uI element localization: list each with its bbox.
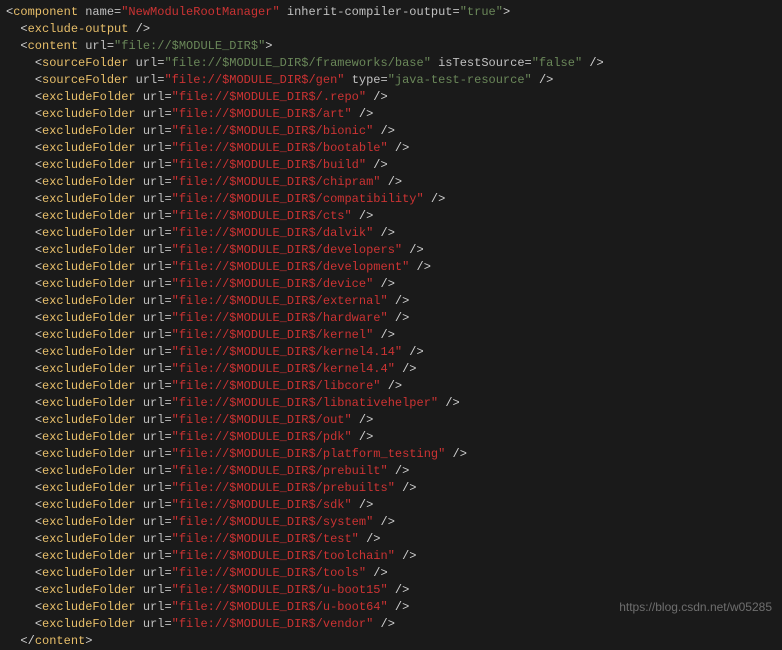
code-line: <excludeFolder url="file://$MODULE_DIR$/… bbox=[0, 208, 782, 225]
code-line: <excludeFolder url="file://$MODULE_DIR$/… bbox=[0, 412, 782, 429]
code-line: <excludeFolder url="file://$MODULE_DIR$/… bbox=[0, 616, 782, 633]
code-line: <content url="file://$MODULE_DIR$"> bbox=[0, 38, 782, 55]
code-line: <excludeFolder url="file://$MODULE_DIR$/… bbox=[0, 395, 782, 412]
code-line: <excludeFolder url="file://$MODULE_DIR$/… bbox=[0, 157, 782, 174]
code-line: <excludeFolder url="file://$MODULE_DIR$/… bbox=[0, 106, 782, 123]
code-line: <excludeFolder url="file://$MODULE_DIR$/… bbox=[0, 548, 782, 565]
code-line: <excludeFolder url="file://$MODULE_DIR$/… bbox=[0, 242, 782, 259]
code-line: <excludeFolder url="file://$MODULE_DIR$/… bbox=[0, 123, 782, 140]
code-line: <excludeFolder url="file://$MODULE_DIR$/… bbox=[0, 531, 782, 548]
code-line: <excludeFolder url="file://$MODULE_DIR$/… bbox=[0, 378, 782, 395]
code-line: </content> bbox=[0, 633, 782, 650]
code-line: <excludeFolder url="file://$MODULE_DIR$/… bbox=[0, 361, 782, 378]
code-line: <excludeFolder url="file://$MODULE_DIR$/… bbox=[0, 174, 782, 191]
code-line: <component name="NewModuleRootManager" i… bbox=[0, 4, 782, 21]
xml-code-block: <component name="NewModuleRootManager" i… bbox=[0, 4, 782, 650]
code-line: <excludeFolder url="file://$MODULE_DIR$/… bbox=[0, 514, 782, 531]
code-line: <excludeFolder url="file://$MODULE_DIR$/… bbox=[0, 191, 782, 208]
code-line: <sourceFolder url="file://$MODULE_DIR$/f… bbox=[0, 55, 782, 72]
code-line: <exclude-output /> bbox=[0, 21, 782, 38]
watermark-text: https://blog.csdn.net/w05285 bbox=[619, 599, 772, 616]
code-line: <excludeFolder url="file://$MODULE_DIR$/… bbox=[0, 89, 782, 106]
code-line: <excludeFolder url="file://$MODULE_DIR$/… bbox=[0, 429, 782, 446]
code-line: <excludeFolder url="file://$MODULE_DIR$/… bbox=[0, 344, 782, 361]
code-line: <excludeFolder url="file://$MODULE_DIR$/… bbox=[0, 140, 782, 157]
code-line: <excludeFolder url="file://$MODULE_DIR$/… bbox=[0, 293, 782, 310]
code-line: <sourceFolder url="file://$MODULE_DIR$/g… bbox=[0, 72, 782, 89]
code-line: <excludeFolder url="file://$MODULE_DIR$/… bbox=[0, 582, 782, 599]
code-line: <excludeFolder url="file://$MODULE_DIR$/… bbox=[0, 276, 782, 293]
code-line: <excludeFolder url="file://$MODULE_DIR$/… bbox=[0, 480, 782, 497]
code-line: <excludeFolder url="file://$MODULE_DIR$/… bbox=[0, 497, 782, 514]
code-line: <excludeFolder url="file://$MODULE_DIR$/… bbox=[0, 310, 782, 327]
code-line: <excludeFolder url="file://$MODULE_DIR$/… bbox=[0, 463, 782, 480]
code-line: <excludeFolder url="file://$MODULE_DIR$/… bbox=[0, 446, 782, 463]
code-line: <excludeFolder url="file://$MODULE_DIR$/… bbox=[0, 225, 782, 242]
code-line: <excludeFolder url="file://$MODULE_DIR$/… bbox=[0, 259, 782, 276]
code-line: <excludeFolder url="file://$MODULE_DIR$/… bbox=[0, 565, 782, 582]
code-line: <excludeFolder url="file://$MODULE_DIR$/… bbox=[0, 327, 782, 344]
